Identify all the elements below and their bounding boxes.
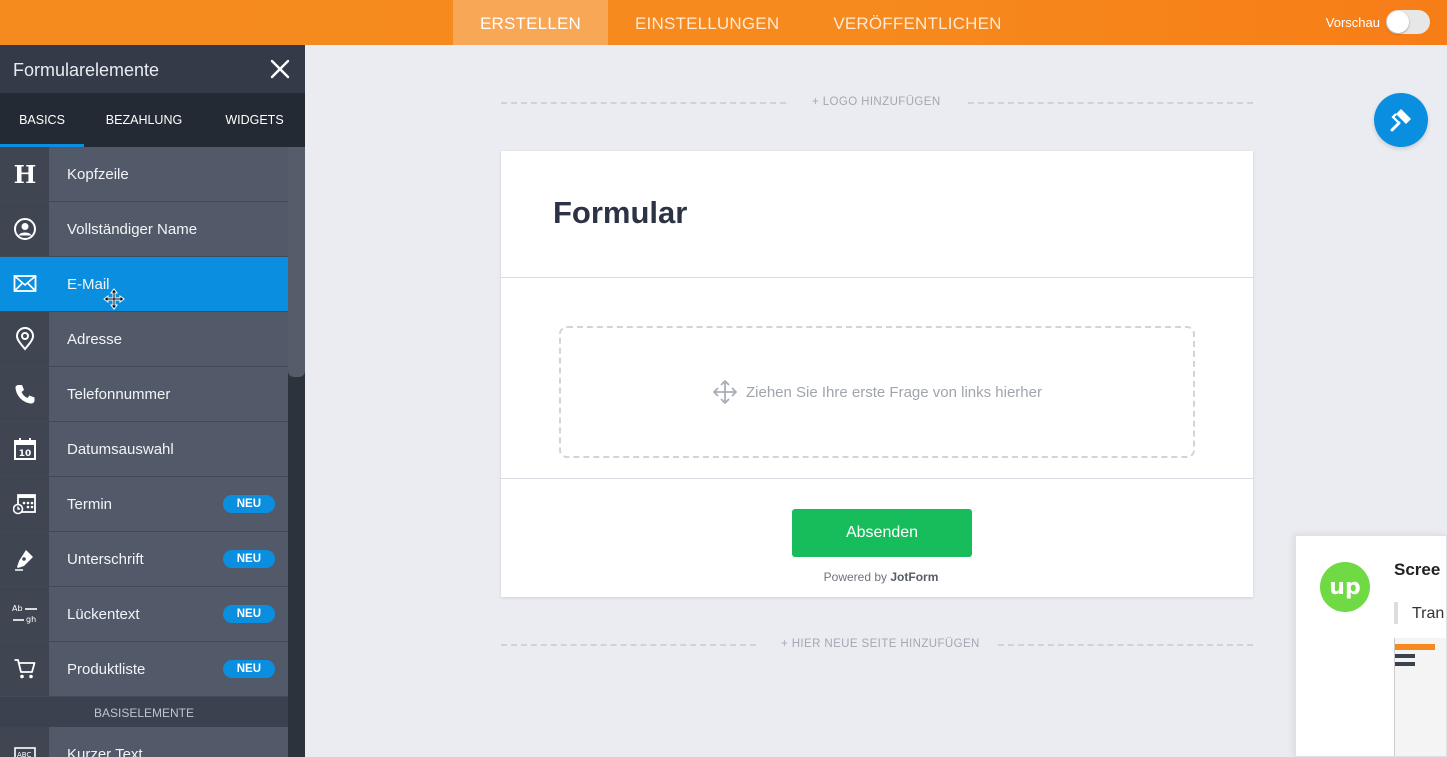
appointment-icon [0, 477, 49, 531]
tab-bezahlung[interactable]: BEZAHLUNG [84, 93, 204, 147]
scrollbar-thumb[interactable] [288, 147, 305, 377]
preview-label: Vorschau [1325, 14, 1380, 30]
thumb-bar [1395, 644, 1435, 650]
element-unterschrift[interactable]: Unterschrift NEU [0, 532, 288, 587]
heading-icon: H [0, 147, 49, 201]
element-label: Lückentext [67, 605, 140, 623]
new-badge: NEU [222, 660, 275, 678]
builder-tabs: ERSTELLEN EINSTELLUNGEN VERÖFFENTLICHEN [453, 0, 1029, 45]
powered-prefix: Powered by [823, 570, 888, 584]
element-label: Adresse [67, 330, 123, 348]
header-divider [501, 277, 1253, 278]
add-logo-link[interactable]: + LOGO HINZUFÜGEN [812, 96, 941, 108]
footer-divider [501, 478, 1253, 479]
tab-widgets[interactable]: WIDGETS [204, 93, 305, 147]
fill-in-blank-icon: Ab gh [0, 587, 49, 641]
powered-brand: JotForm [890, 570, 939, 584]
sidebar-tabs: BASICS BEZAHLUNG WIDGETS [0, 93, 305, 147]
thumb-bar [1395, 662, 1415, 666]
shopping-cart-icon [0, 642, 49, 696]
divider-line [501, 644, 756, 646]
element-label: Termin [67, 495, 113, 513]
top-navigation-bar: ERSTELLEN EINSTELLUNGEN VERÖFFENTLICHEN … [0, 0, 1447, 45]
section-divider: BASISELEMENTE [0, 697, 288, 727]
envelope-icon [0, 257, 49, 311]
paint-roller-icon [1390, 109, 1411, 132]
popup-text: Tran [1412, 605, 1445, 622]
signature-pen-icon [0, 532, 49, 586]
drop-zone[interactable]: Ziehen Sie Ihre erste Frage von links hi… [559, 326, 1195, 458]
new-badge: NEU [222, 605, 275, 623]
tab-basics[interactable]: BASICS [0, 93, 84, 147]
sidebar-header: Formularelemente [0, 45, 305, 93]
upwork-logo-icon: up [1320, 562, 1370, 612]
element-termin[interactable]: Termin NEU [0, 477, 288, 532]
move-arrows-icon [713, 380, 737, 404]
sidebar-title: Formularelemente [13, 60, 160, 80]
form-card: Formular Ziehen Sie Ihre erste Frage von… [501, 151, 1253, 597]
form-title[interactable]: Formular [553, 195, 687, 231]
element-adresse[interactable]: Adresse [0, 312, 288, 367]
form-elements-sidebar: Formularelemente BASICS BEZAHLUNG WIDGET… [0, 45, 305, 757]
element-label: Kopfzeile [67, 165, 129, 183]
divider-line [968, 102, 1253, 104]
element-label: Telefonnummer [67, 385, 171, 403]
toggle-knob [1387, 11, 1409, 33]
element-label: Vollständiger Name [67, 220, 198, 238]
close-icon[interactable] [269, 58, 291, 80]
svg-text:gh: gh [26, 615, 36, 624]
quote-bar [1394, 602, 1398, 624]
divider-line [998, 644, 1253, 646]
element-datumsauswahl[interactable]: 10 Datumsauswahl [0, 422, 288, 477]
svg-text:H: H [13, 162, 36, 186]
element-produktliste[interactable]: Produktliste NEU [0, 642, 288, 697]
tab-einstellungen[interactable]: EINSTELLUNGEN [608, 0, 806, 45]
sidebar-scrollbar[interactable] [288, 147, 305, 757]
upwork-popup[interactable]: up Scree Tran [1295, 535, 1447, 757]
location-pin-icon [0, 312, 49, 366]
element-telefonnummer[interactable]: Telefonnummer [0, 367, 288, 422]
element-kopfzeile[interactable]: H Kopfzeile [0, 147, 288, 202]
popup-title: Scree [1394, 560, 1441, 579]
element-email[interactable]: E-Mail [0, 257, 288, 312]
tab-veroeffentlichen[interactable]: VERÖFFENTLICHEN [806, 0, 1028, 45]
drop-hint: Ziehen Sie Ihre erste Frage von links hi… [746, 383, 1042, 401]
svg-text:Ab: Ab [12, 604, 23, 613]
preview-control: Vorschau [1326, 10, 1430, 34]
tab-erstellen[interactable]: ERSTELLEN [453, 0, 609, 45]
element-kurzer-text[interactable]: ABC Kurzer Text [0, 727, 288, 757]
screenshot-thumbnail [1394, 638, 1446, 756]
user-icon [0, 202, 49, 256]
element-list: H Kopfzeile Vollständiger Name E-Mail Ad… [0, 147, 288, 757]
element-vollstaendiger-name[interactable]: Vollständiger Name [0, 202, 288, 257]
add-page-link[interactable]: + HIER NEUE SEITE HINZUFÜGEN [781, 638, 980, 650]
new-badge: NEU [222, 550, 275, 568]
move-cursor-icon [103, 288, 125, 310]
element-label: Produktliste [67, 660, 146, 678]
submit-button[interactable]: Absenden [792, 509, 972, 557]
form-designer-button[interactable] [1374, 93, 1428, 147]
svg-text:10: 10 [18, 449, 31, 459]
preview-toggle[interactable] [1386, 10, 1430, 34]
element-lueckentext[interactable]: Ab gh Lückentext NEU [0, 587, 288, 642]
short-text-icon: ABC [0, 727, 49, 757]
element-label: Kurzer Text [67, 745, 143, 757]
svg-text:ABC: ABC [17, 751, 31, 757]
element-label: Unterschrift [67, 550, 144, 568]
phone-icon [0, 367, 49, 421]
element-label: E-Mail [67, 275, 110, 293]
calendar-icon: 10 [0, 422, 49, 476]
powered-by: Powered by JotForm [501, 570, 1261, 584]
divider-line [501, 102, 786, 104]
new-badge: NEU [222, 495, 275, 513]
thumb-bar [1395, 654, 1415, 658]
element-label: Datumsauswahl [67, 440, 174, 458]
